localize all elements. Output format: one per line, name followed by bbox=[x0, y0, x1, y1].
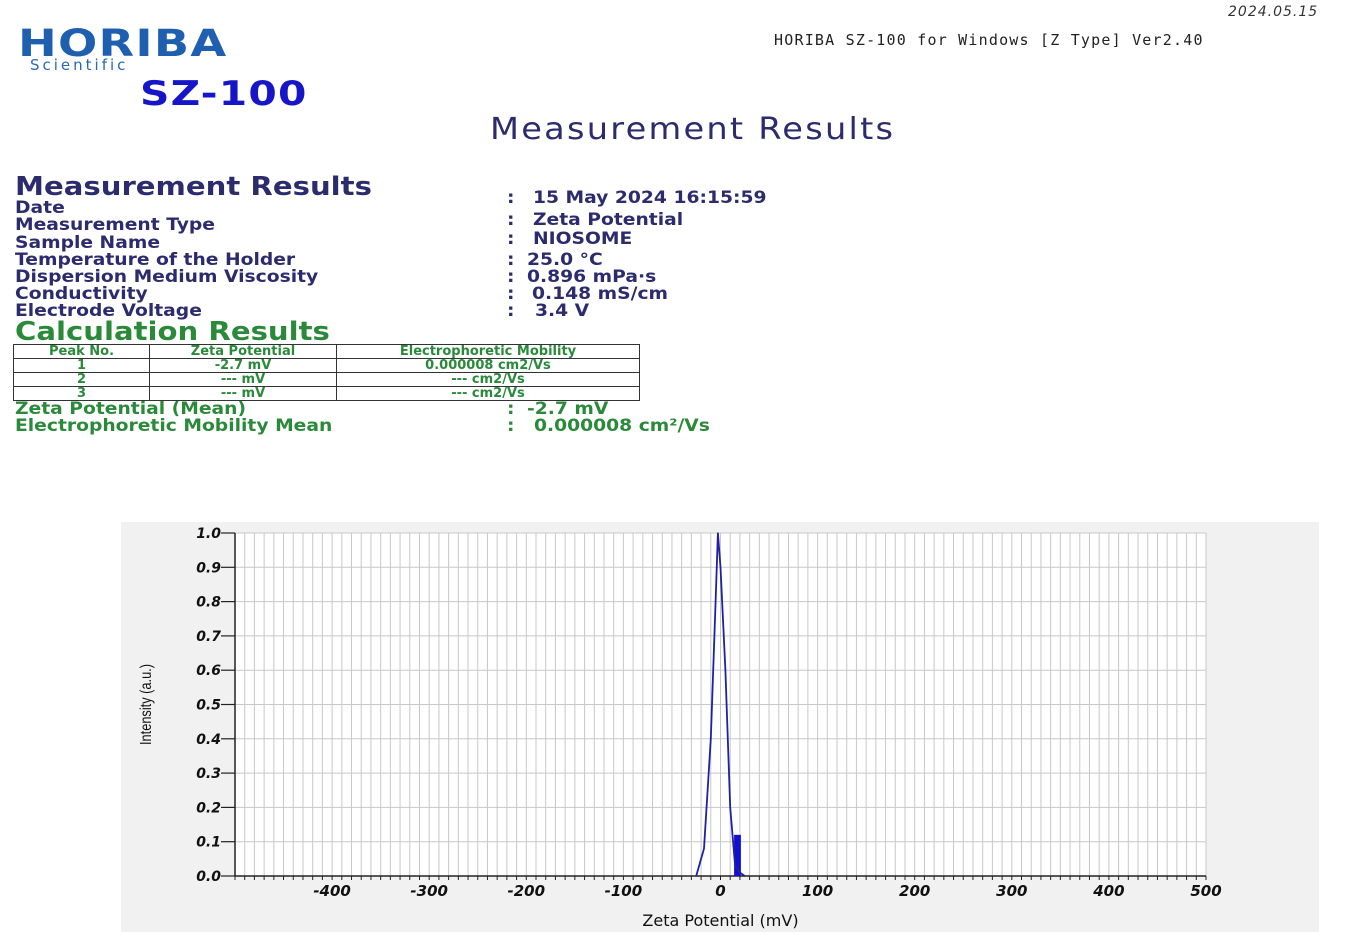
curve-point bbox=[724, 669, 726, 671]
peak-table-header-row: Peak No. Zeta Potential Electrophoretic … bbox=[13, 344, 640, 359]
peak-no-cell: 2 bbox=[13, 372, 150, 387]
curve-point bbox=[695, 875, 697, 877]
mobility-mean-separator: : bbox=[507, 416, 515, 436]
curve-point bbox=[729, 806, 731, 808]
table-row: 2 --- mV --- cm2/Vs bbox=[13, 372, 640, 387]
zeta-cell: -2.7 mV bbox=[149, 358, 337, 373]
measurement-section-title: Measurement Results bbox=[15, 172, 372, 202]
y-tick-label: 0.0 bbox=[196, 869, 221, 885]
mobility-header: Electrophoretic Mobility bbox=[336, 344, 640, 359]
curve-point bbox=[703, 847, 705, 850]
sample-name-separator: : bbox=[507, 229, 515, 249]
peak-table: Peak No. Zeta Potential Electrophoretic … bbox=[13, 344, 640, 401]
software-version: HORIBA SZ-100 for Windows [Z Type] Ver2.… bbox=[774, 31, 1204, 49]
electrode-voltage-value: 3.4 V bbox=[535, 301, 590, 321]
y-tick-label: 0.7 bbox=[196, 629, 221, 645]
curve-point bbox=[710, 738, 712, 740]
zeta-chart-panel: 0.0 0.1 0.2 0.3 0.4 0.5 0.6 0.7 0.8 0.9 1.0 -400 -30… bbox=[121, 522, 1319, 932]
x-tick-label: -200 bbox=[508, 882, 546, 900]
date-value: 15 May 2024 16:15:59 bbox=[533, 188, 767, 208]
y-tick-label: 0.6 bbox=[196, 663, 221, 679]
model-name: SZ-100 bbox=[140, 74, 308, 114]
mobility-cell: --- cm2/Vs bbox=[336, 372, 640, 387]
report-date: 2024.05.15 bbox=[1228, 4, 1319, 20]
mobility-mean-label: Electrophoretic Mobility Mean bbox=[15, 416, 333, 436]
y-tick-label: 0.3 bbox=[196, 766, 221, 782]
brand-subtitle: Scientific bbox=[30, 56, 129, 74]
x-axis-title: Zeta Potential (mV) bbox=[642, 911, 798, 930]
x-tick-label: 300 bbox=[996, 882, 1027, 900]
x-tick-label: -400 bbox=[313, 882, 351, 900]
date-separator: : bbox=[507, 188, 515, 208]
y-tick-label: 1.0 bbox=[196, 526, 221, 542]
curve-point bbox=[744, 875, 746, 877]
y-tick-label: 0.8 bbox=[196, 595, 221, 611]
calculation-section-title: Calculation Results bbox=[15, 317, 330, 347]
x-tick-label: -300 bbox=[410, 882, 448, 900]
curve-point bbox=[739, 871, 741, 874]
table-row: 1 -2.7 mV 0.000008 cm2/Vs bbox=[13, 358, 640, 373]
measurement-type-value: Zeta Potential bbox=[533, 210, 684, 230]
x-tick-label: 200 bbox=[899, 882, 930, 900]
zeta-cell: --- mV bbox=[149, 372, 337, 387]
peak-no-cell: 1 bbox=[13, 358, 150, 373]
y-tick-label: 0.1 bbox=[196, 835, 221, 851]
curve-point bbox=[715, 601, 717, 603]
zeta-potential-header: Zeta Potential bbox=[149, 344, 337, 359]
zeta-chart: 0.0 0.1 0.2 0.3 0.4 0.5 0.6 0.7 0.8 0.9 1.0 -400 -30… bbox=[138, 526, 1222, 930]
measurement-type-separator: : bbox=[507, 210, 515, 230]
curve-point bbox=[717, 532, 719, 534]
y-tick-label: 0.9 bbox=[196, 560, 221, 576]
curve-point bbox=[734, 865, 736, 867]
peak-no-header: Peak No. bbox=[13, 344, 150, 359]
x-tick-label: 0 bbox=[715, 882, 725, 900]
y-axis-title: Intensity (a.u.) bbox=[138, 664, 156, 745]
electrode-voltage-separator: : bbox=[507, 301, 515, 321]
sample-name-value: NIOSOME bbox=[533, 229, 633, 249]
x-tick-label: 500 bbox=[1190, 882, 1221, 900]
x-tick-label: 100 bbox=[802, 882, 833, 900]
page-title: Measurement Results bbox=[490, 112, 896, 147]
y-tick-label: 0.5 bbox=[196, 698, 221, 714]
measurement-type-label: Measurement Type bbox=[15, 215, 215, 235]
x-tick-label: -100 bbox=[605, 882, 643, 900]
mobility-cell: 0.000008 cm2/Vs bbox=[336, 358, 640, 373]
y-tick-label: 0.4 bbox=[196, 732, 221, 748]
y-tick-label: 0.2 bbox=[196, 800, 221, 816]
mobility-mean-value: 0.000008 cm²/Vs bbox=[534, 416, 710, 436]
x-tick-label: 400 bbox=[1092, 882, 1124, 900]
curve-point bbox=[719, 566, 722, 568]
